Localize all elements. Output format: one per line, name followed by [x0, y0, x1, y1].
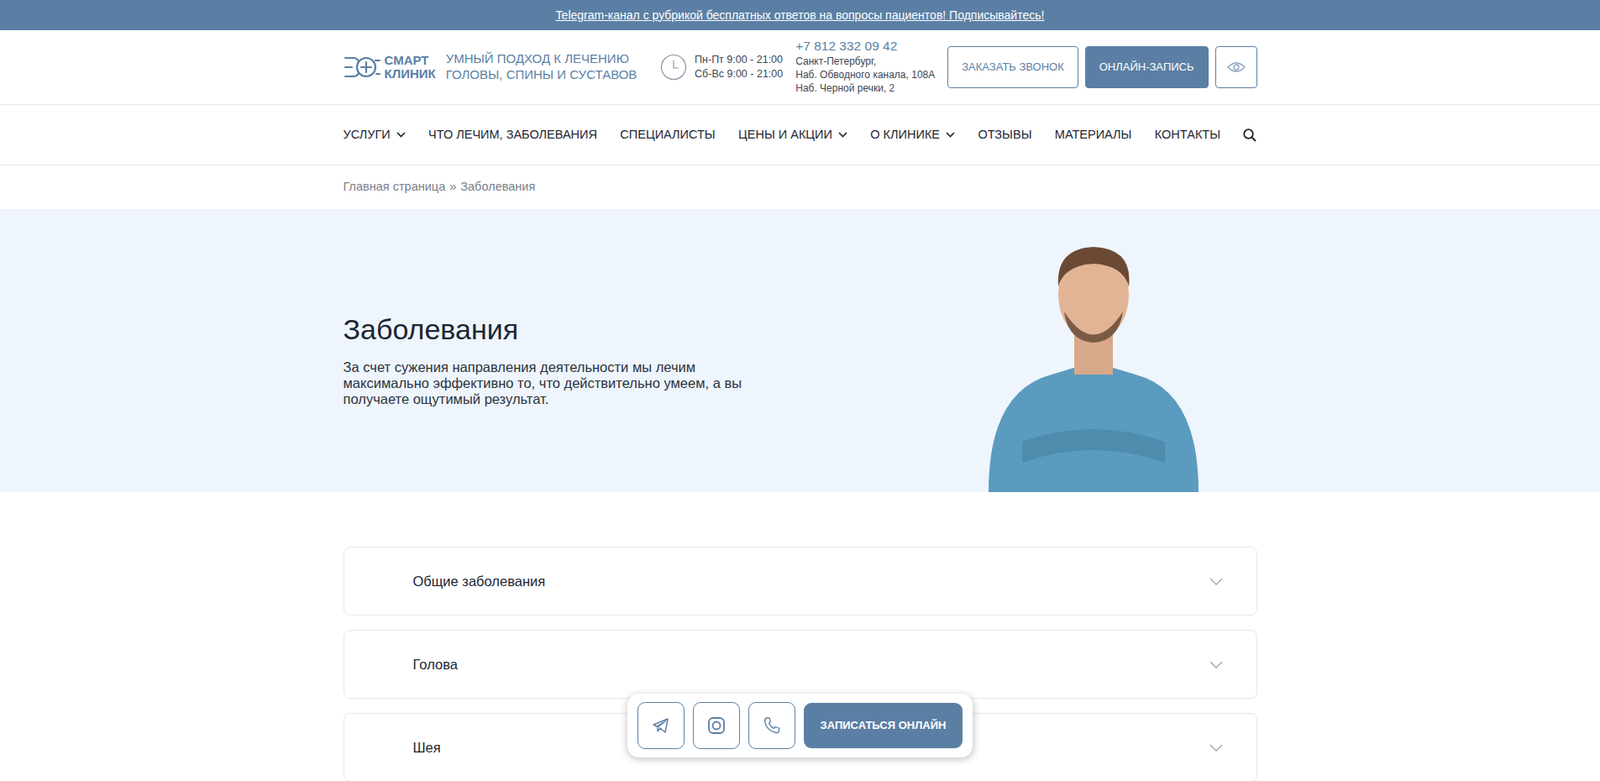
opening-hours: Пн-Пт 9:00 - 21:00Сб-Вс 9:00 - 21:00 — [660, 52, 783, 82]
nav-label: СПЕЦИАЛИСТЫ — [619, 125, 715, 145]
accordion-label: Шея — [413, 737, 441, 759]
accordion-label: Общие заболевания — [413, 571, 546, 593]
nav-item[interactable]: КОНТАКТЫ — [1154, 125, 1221, 145]
address-line: Наб. Обводного канала, 108А — [795, 68, 935, 82]
address: Санкт-Петербург,Наб. Обводного канала, 1… — [795, 54, 935, 96]
tagline: УМНЫЙ ПОДХОД К ЛЕЧЕНИЮГОЛОВЫ, СПИНЫ И СУ… — [445, 51, 638, 84]
chevron-icon — [1209, 577, 1223, 586]
hours-line: Сб-Вс 9:00 - 21:00 — [694, 67, 783, 82]
search-icon — [1243, 128, 1257, 142]
nav-label: О КЛИНИКЕ — [870, 125, 940, 145]
site-header: СМАРТКЛИНИК УМНЫЙ ПОДХОД К ЛЕЧЕНИЮГОЛОВЫ,… — [0, 30, 1600, 105]
messenger-icon — [706, 715, 727, 736]
eye-icon — [1227, 61, 1246, 74]
logo-icon — [343, 52, 381, 82]
hours-line: Пн-Пт 9:00 - 21:00 — [694, 52, 783, 68]
chevron-down-icon — [945, 131, 955, 138]
nav-label: КОНТАКТЫ — [1154, 125, 1221, 145]
floating-contact-bar: ЗАПИСАТЬСЯ ОНЛАЙН — [627, 693, 974, 758]
nav-item[interactable]: ЧТО ЛЕЧИМ, ЗАБОЛЕВАНИЯ — [428, 125, 598, 145]
call-button[interactable] — [748, 702, 796, 750]
address-line: Санкт-Петербург, — [795, 54, 935, 69]
logo-text: КЛИНИК — [384, 67, 436, 81]
accordion-label: Голова — [413, 654, 458, 676]
nav-label: ЦЕНЫ И АКЦИИ — [738, 125, 833, 145]
nav-label: ОТЗЫВЫ — [977, 125, 1032, 145]
nav-item[interactable]: ЦЕНЫ И АКЦИИ — [738, 125, 848, 145]
nav-item[interactable]: СПЕЦИАЛИСТЫ — [619, 125, 715, 145]
doctor-photo — [971, 223, 1216, 493]
callback-button[interactable]: ЗАКАЗАТЬ ЗВОНОК — [947, 46, 1079, 89]
online-booking-button[interactable]: ОНЛАЙН-ЗАПИСЬ — [1085, 46, 1209, 89]
telegram-banner-link[interactable]: Telegram-канал с рубрикой бесплатных отв… — [556, 6, 1045, 25]
breadcrumbs: Главная страница»Заболевания — [0, 165, 1600, 210]
breadcrumb-separator: » — [449, 178, 457, 197]
chevron-down-icon — [396, 131, 406, 138]
accordion-item[interactable]: Общие заболевания — [343, 546, 1258, 616]
nav-item[interactable]: МАТЕРИАЛЫ — [1054, 125, 1133, 145]
chevron-icon — [1209, 660, 1223, 669]
hero-text: За счет сужения направления деятельности… — [343, 359, 764, 408]
nav-label: УСЛУГИ — [343, 125, 391, 145]
hero: Заболевания За счет сужения направления д… — [0, 209, 1600, 493]
page-title: Заболевания — [343, 312, 764, 347]
top-banner: Telegram-канал с рубрикой бесплатных отв… — [0, 0, 1600, 31]
nav-label: МАТЕРИАЛЫ — [1054, 125, 1133, 145]
phone-link[interactable]: +7 812 332 09 42 — [795, 38, 935, 55]
main-nav: УСЛУГИ ЧТО ЛЕЧИМ, ЗАБОЛЕВАНИЯ СПЕЦИАЛИСТЫ Ц… — [0, 104, 1600, 166]
contacts: +7 812 332 09 42Санкт-Петербург,Наб. Обв… — [795, 38, 935, 95]
logo[interactable]: СМАРТКЛИНИК — [343, 52, 436, 82]
phone-icon — [761, 715, 782, 736]
nav-item[interactable]: ОТЗЫВЫ — [977, 125, 1032, 145]
chevron-icon — [1209, 744, 1223, 752]
nav-item[interactable]: УСЛУГИ — [343, 125, 406, 145]
messenger-button[interactable] — [692, 702, 740, 750]
nav-label: ЧТО ЛЕЧИМ, ЗАБОЛЕВАНИЯ — [428, 125, 598, 145]
search-button[interactable] — [1243, 128, 1257, 142]
breadcrumb-item: Заболевания — [460, 178, 536, 197]
book-online-button[interactable]: ЗАПИСАТЬСЯ ОНЛАЙН — [803, 702, 964, 749]
tagline-line: ГОЛОВЫ, СПИНЫ И СУСТАВОВ — [445, 67, 638, 84]
brand: СМАРТКЛИНИК УМНЫЙ ПОДХОД К ЛЕЧЕНИЮГОЛОВЫ,… — [343, 51, 638, 84]
telegram-button[interactable] — [637, 702, 685, 750]
telegram-icon — [650, 715, 672, 736]
tagline-line: УМНЫЙ ПОДХОД К ЛЕЧЕНИЮ — [445, 51, 638, 68]
logo-text: СМАРТ — [384, 53, 436, 68]
accessibility-button[interactable] — [1215, 46, 1258, 89]
address-line: Наб. Черной речки, 2 — [795, 81, 935, 95]
chevron-down-icon — [838, 131, 848, 138]
nav-item[interactable]: О КЛИНИКЕ — [870, 125, 955, 145]
accordion-item[interactable]: Голова — [343, 629, 1258, 699]
breadcrumb-item[interactable]: Главная страница — [343, 178, 446, 197]
clock-icon — [660, 53, 688, 81]
